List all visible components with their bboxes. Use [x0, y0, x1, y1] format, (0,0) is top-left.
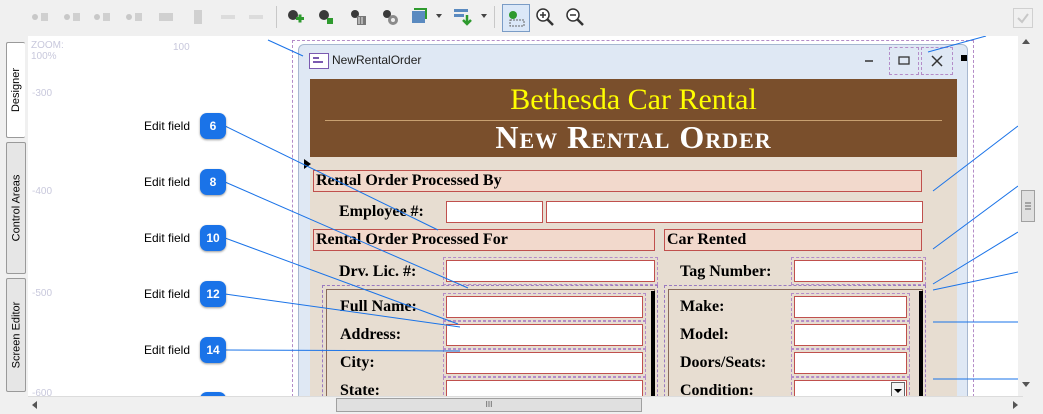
zoom-out-icon[interactable] [565, 7, 585, 27]
tab-screen-editor[interactable]: Screen Editor [6, 278, 26, 392]
callout-line-14 [224, 349, 461, 352]
add-control-icon[interactable] [286, 7, 306, 27]
callout-line-top-2 [267, 39, 304, 57]
check-icon[interactable] [1013, 8, 1033, 28]
layer-icon[interactable] [410, 7, 430, 27]
callout-label-14: Edit field [144, 343, 191, 357]
vertical-scrollbar[interactable] [1018, 36, 1043, 396]
scroll-right-icon[interactable] [1013, 401, 1018, 409]
callout-line-12 [224, 293, 461, 328]
scroll-left-icon[interactable] [32, 401, 37, 409]
callout-badge-12[interactable]: 12 [200, 281, 226, 307]
callout-line-6 [224, 125, 439, 231]
tab-screen-editor-label: Screen Editor [10, 301, 22, 369]
zoom-in-icon[interactable] [535, 7, 555, 27]
vertical-scroll-thumb[interactable] [1021, 190, 1035, 222]
callout-line-10 [224, 237, 459, 325]
layer-dropdown-icon[interactable] [436, 14, 442, 18]
scroll-down-icon[interactable] [1022, 382, 1030, 387]
callout-line-right-1 [932, 125, 1018, 192]
align-right-icon[interactable] [92, 7, 112, 27]
align-center-icon[interactable] [62, 7, 82, 27]
tab-designer-label: Designer [10, 67, 22, 113]
side-tabs: Designer Control Areas Screen Editor [0, 36, 28, 396]
callout-badge-6[interactable]: 6 [200, 113, 226, 139]
callout-line-right-4 [932, 271, 1018, 291]
tab-control-areas-label: Control Areas [10, 174, 22, 242]
align-top-icon[interactable] [124, 7, 144, 27]
callout-label-10: Edit field [144, 231, 191, 245]
callout-badge-10[interactable]: 10 [200, 225, 226, 251]
callout-badge-14[interactable]: 14 [200, 337, 226, 363]
horizontal-scroll-thumb[interactable]: III [336, 398, 642, 412]
tab-designer[interactable]: Designer [6, 42, 25, 138]
order-dropdown-icon[interactable] [481, 14, 487, 18]
design-canvas[interactable]: ZOOM: 100% 100 -300 -400 -500 -600 NewRe… [28, 36, 1018, 396]
distribute-icon[interactable] [218, 7, 238, 27]
callout-line-8 [224, 181, 469, 289]
callout-label-6: Edit field [144, 119, 191, 133]
callout-label-12: Edit field [144, 287, 191, 301]
grid-icon[interactable] [502, 4, 530, 32]
tab-control-areas[interactable]: Control Areas [6, 142, 26, 274]
callout-label-8: Edit field [144, 175, 191, 189]
callout-badge-8[interactable]: 8 [200, 169, 226, 195]
add-item-icon[interactable] [316, 7, 336, 27]
scroll-up-icon[interactable] [1022, 39, 1030, 44]
align-bottom-icon[interactable] [188, 7, 208, 27]
callout-lines [224, 36, 1018, 380]
align-left-icon[interactable] [30, 7, 50, 27]
properties-icon[interactable] [380, 7, 400, 27]
delete-icon[interactable] [348, 7, 368, 27]
horizontal-scrollbar[interactable]: III [28, 396, 1023, 414]
toolbar [0, 0, 1043, 37]
same-size-icon[interactable] [246, 7, 266, 27]
order-icon[interactable] [452, 7, 472, 27]
callout-line-top-1 [927, 36, 987, 53]
align-middle-icon[interactable] [156, 7, 176, 27]
